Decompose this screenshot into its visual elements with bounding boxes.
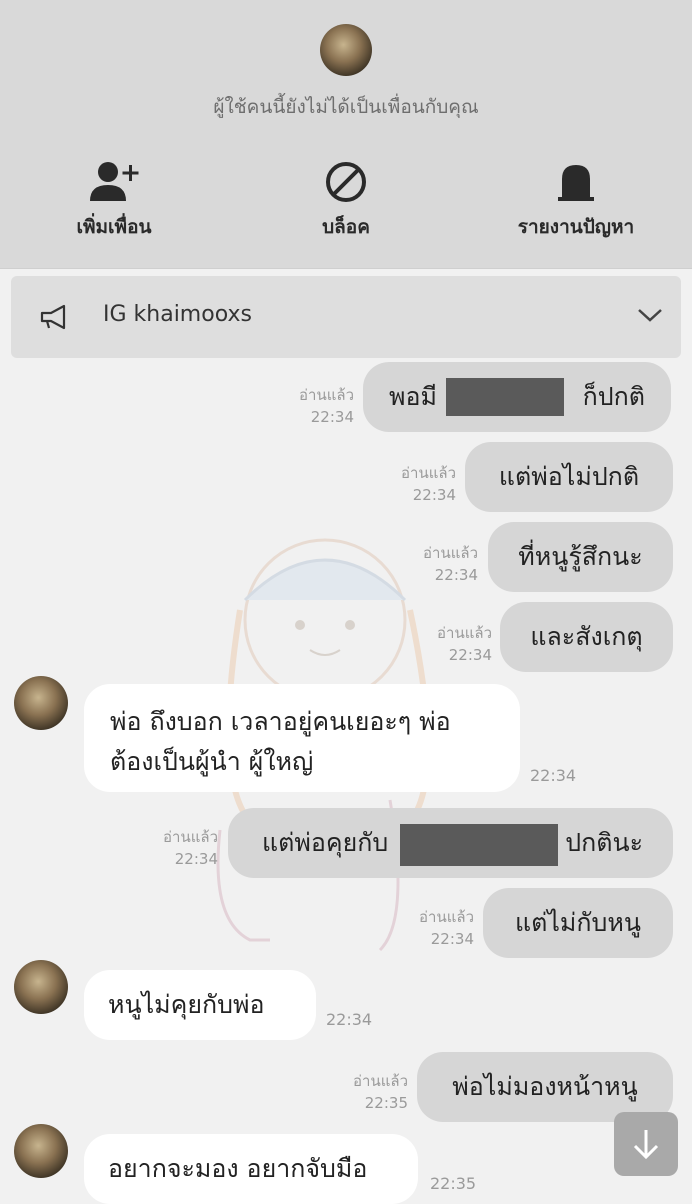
- report-button[interactable]: รายงานปัญหา: [476, 158, 676, 242]
- message-text: พอมี: [389, 382, 437, 411]
- read-receipt: อ่านแล้ว: [401, 464, 456, 482]
- announcement-bar[interactable]: IG khaimooxs: [11, 276, 681, 358]
- message-meta: อ่านแล้ว 22:34: [284, 384, 354, 428]
- incoming-message[interactable]: หนูไม่คุยกับพ่อ: [84, 970, 316, 1040]
- redaction-block: [446, 378, 564, 416]
- message-text-end: ก็ปกติ: [582, 382, 645, 411]
- read-receipt: อ่านแล้ว: [419, 908, 474, 926]
- message-meta: อ่านแล้ว 22:34: [422, 622, 492, 666]
- read-receipt: อ่านแล้ว: [353, 1072, 408, 1090]
- read-receipt: อ่านแล้ว: [299, 386, 354, 404]
- message-time: 22:35: [364, 1094, 408, 1112]
- arrow-down-icon: [633, 1130, 659, 1160]
- add-friend-icon: [14, 158, 214, 206]
- outgoing-message[interactable]: ที่หนูรู้สึกนะ: [488, 522, 673, 592]
- message-time: 22:34: [530, 766, 577, 785]
- chevron-down-icon[interactable]: [637, 306, 663, 324]
- add-friend-button[interactable]: เพิ่มเพื่อน: [14, 158, 214, 242]
- contact-avatar[interactable]: [320, 24, 372, 76]
- outgoing-message[interactable]: และสังเกตุ: [500, 602, 673, 672]
- redaction-block: [400, 824, 558, 866]
- not-friend-notice: ผู้ใช้คนนี้ยังไม่ได้เป็นเพื่อนกับคุณ: [213, 96, 479, 118]
- block-button[interactable]: บล็อค: [246, 158, 446, 242]
- message-text: แต่พ่อคุยกับ: [262, 828, 389, 857]
- scroll-to-bottom-button[interactable]: [614, 1112, 678, 1176]
- megaphone-icon: [40, 304, 66, 330]
- read-receipt: อ่านแล้ว: [437, 624, 492, 642]
- outgoing-message[interactable]: แต่ไม่กับหนู: [483, 888, 673, 958]
- report-icon: [476, 158, 676, 206]
- incoming-message[interactable]: พ่อ ถึงบอก เวลาอยู่คนเยอะๆ พ่อ ต้องเป็นผ…: [84, 684, 520, 792]
- block-icon: [246, 158, 446, 206]
- message-time: 22:34: [174, 850, 218, 868]
- message-meta: อ่านแล้ว 22:34: [386, 462, 456, 506]
- message-meta: อ่านแล้ว 22:34: [408, 542, 478, 586]
- message-time: 22:34: [310, 408, 354, 426]
- stranger-header: ผู้ใช้คนนี้ยังไม่ได้เป็นเพื่อนกับคุณ เพิ…: [0, 0, 692, 269]
- read-receipt: อ่านแล้ว: [163, 828, 218, 846]
- contact-avatar[interactable]: [14, 676, 68, 730]
- message-line-2: ต้องเป็นผู้นำ ผู้ใหญ่: [110, 747, 314, 776]
- message-time: 22:35: [430, 1174, 477, 1193]
- contact-avatar[interactable]: [14, 1124, 68, 1178]
- message-meta: อ่านแล้ว 22:35: [338, 1070, 408, 1114]
- read-receipt: อ่านแล้ว: [423, 544, 478, 562]
- incoming-message[interactable]: อยากจะมอง อยากจับมือ: [84, 1134, 418, 1204]
- message-time: 22:34: [448, 646, 492, 664]
- message-line-1: พ่อ ถึงบอก เวลาอยู่คนเยอะๆ พ่อ: [110, 707, 451, 736]
- block-label: บล็อค: [322, 216, 370, 238]
- add-friend-label: เพิ่มเพื่อน: [76, 216, 152, 238]
- message-meta: อ่านแล้ว 22:34: [404, 906, 474, 950]
- announcement-text: IG khaimooxs: [103, 302, 252, 327]
- message-time: 22:34: [326, 1010, 373, 1029]
- report-label: รายงานปัญหา: [517, 216, 635, 238]
- contact-avatar[interactable]: [14, 960, 68, 1014]
- message-time: 22:34: [434, 566, 478, 584]
- outgoing-message[interactable]: แต่พ่อไม่ปกติ: [465, 442, 673, 512]
- message-time: 22:34: [412, 486, 456, 504]
- message-time: 22:34: [430, 930, 474, 948]
- message-text-end: ปกตินะ: [565, 828, 643, 857]
- message-meta: อ่านแล้ว 22:34: [148, 826, 218, 870]
